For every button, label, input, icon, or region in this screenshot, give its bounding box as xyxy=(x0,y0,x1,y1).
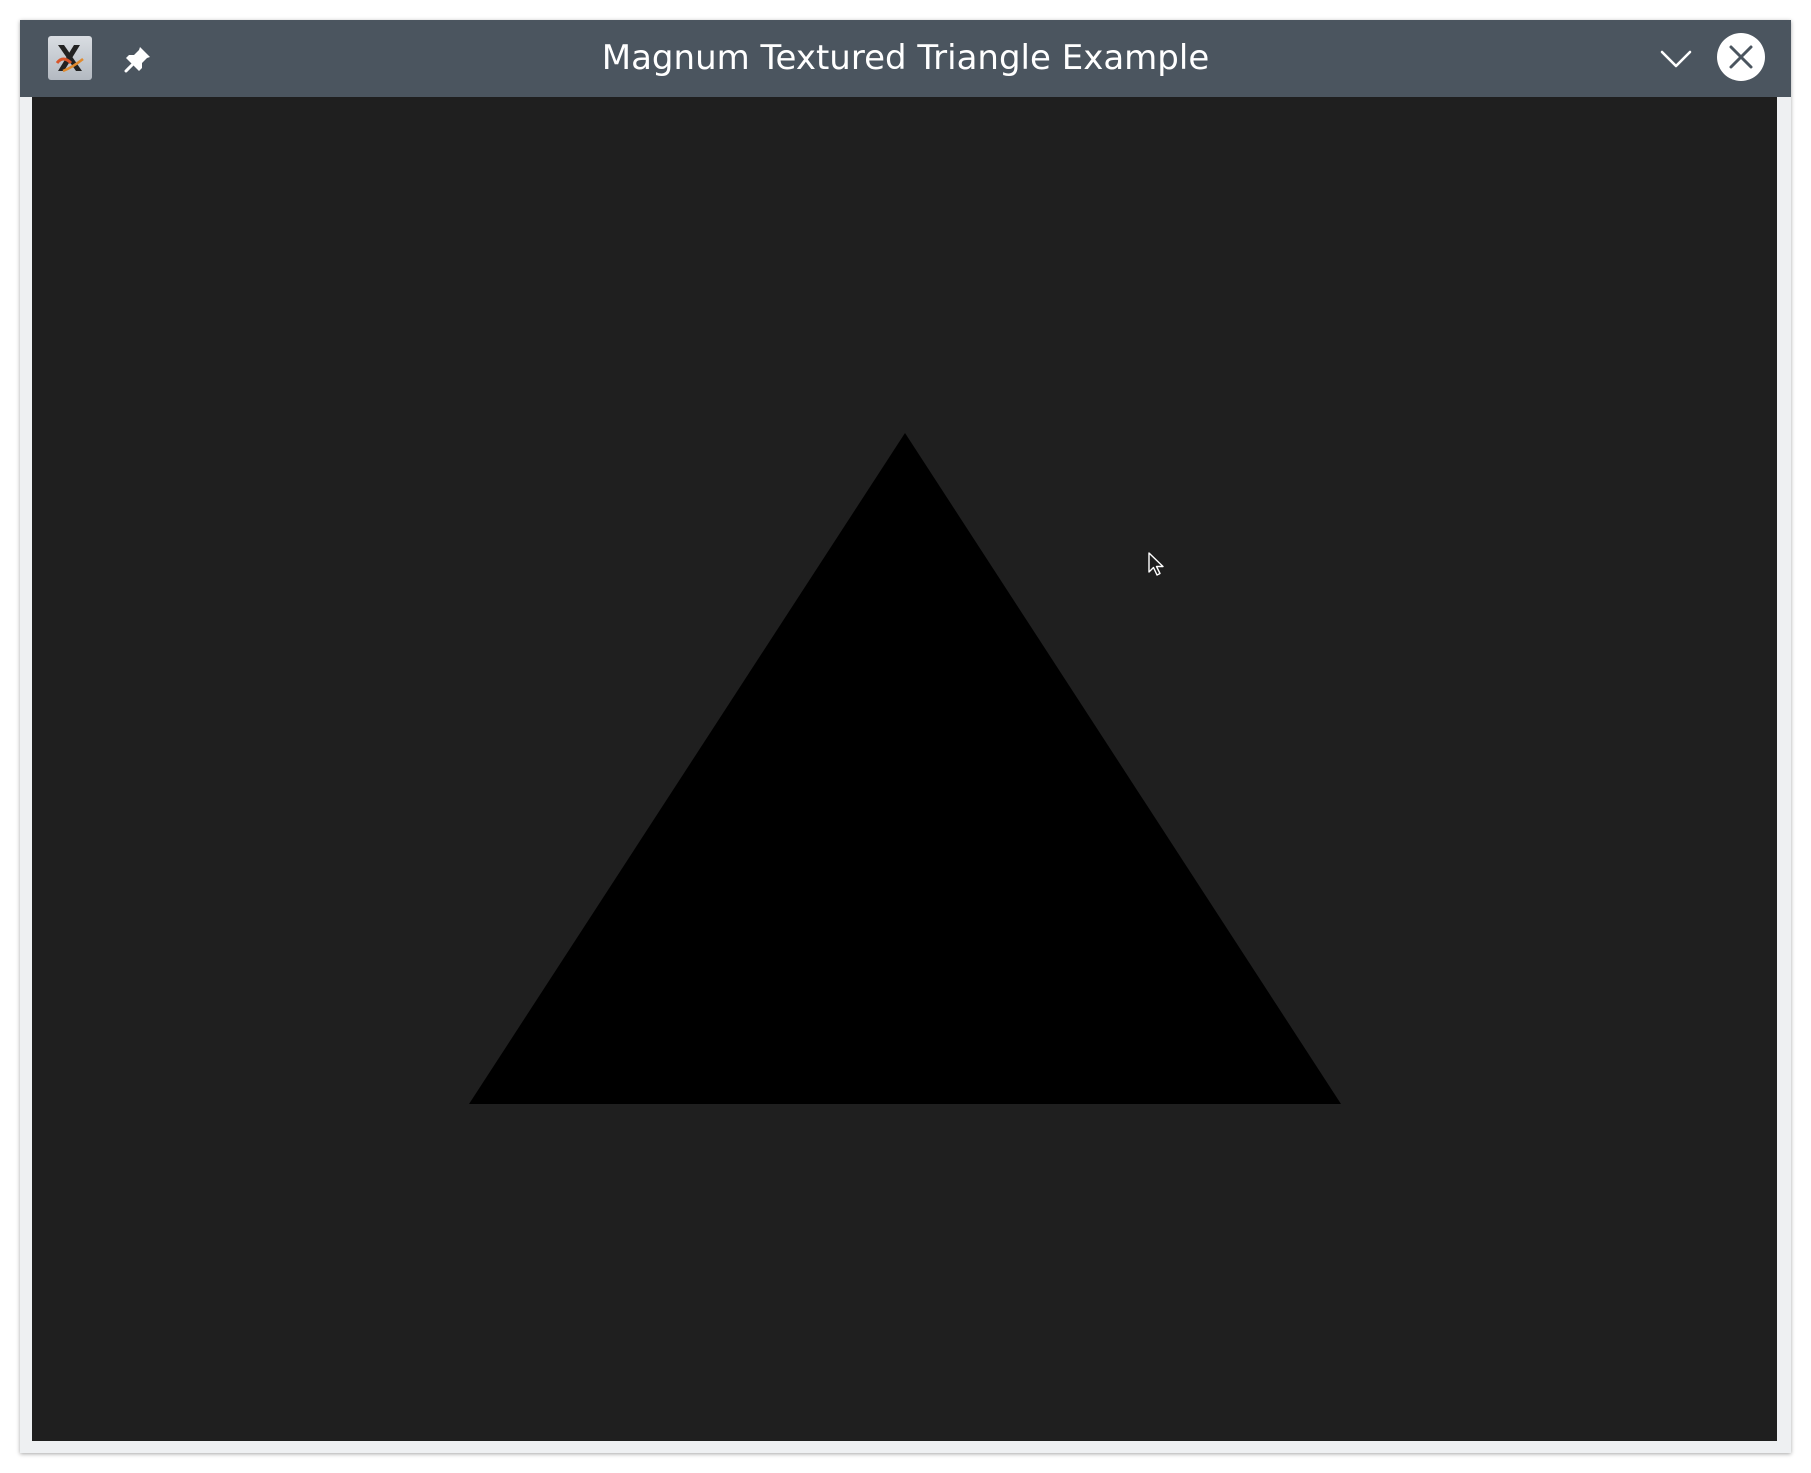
app-window: Magnum Textured Triangle Example xyxy=(20,20,1791,1453)
triangle xyxy=(469,433,1341,1104)
close-icon xyxy=(1729,45,1753,69)
pin-icon[interactable] xyxy=(118,39,158,79)
title-bar[interactable]: Magnum Textured Triangle Example xyxy=(20,20,1791,97)
chevron-down-icon[interactable] xyxy=(1656,39,1696,79)
close-button[interactable] xyxy=(1717,33,1765,81)
window-title: Magnum Textured Triangle Example xyxy=(601,38,1210,78)
render-viewport[interactable] xyxy=(32,97,1777,1441)
x11-app-icon[interactable] xyxy=(48,36,92,80)
mouse-pointer-icon xyxy=(1148,552,1164,576)
